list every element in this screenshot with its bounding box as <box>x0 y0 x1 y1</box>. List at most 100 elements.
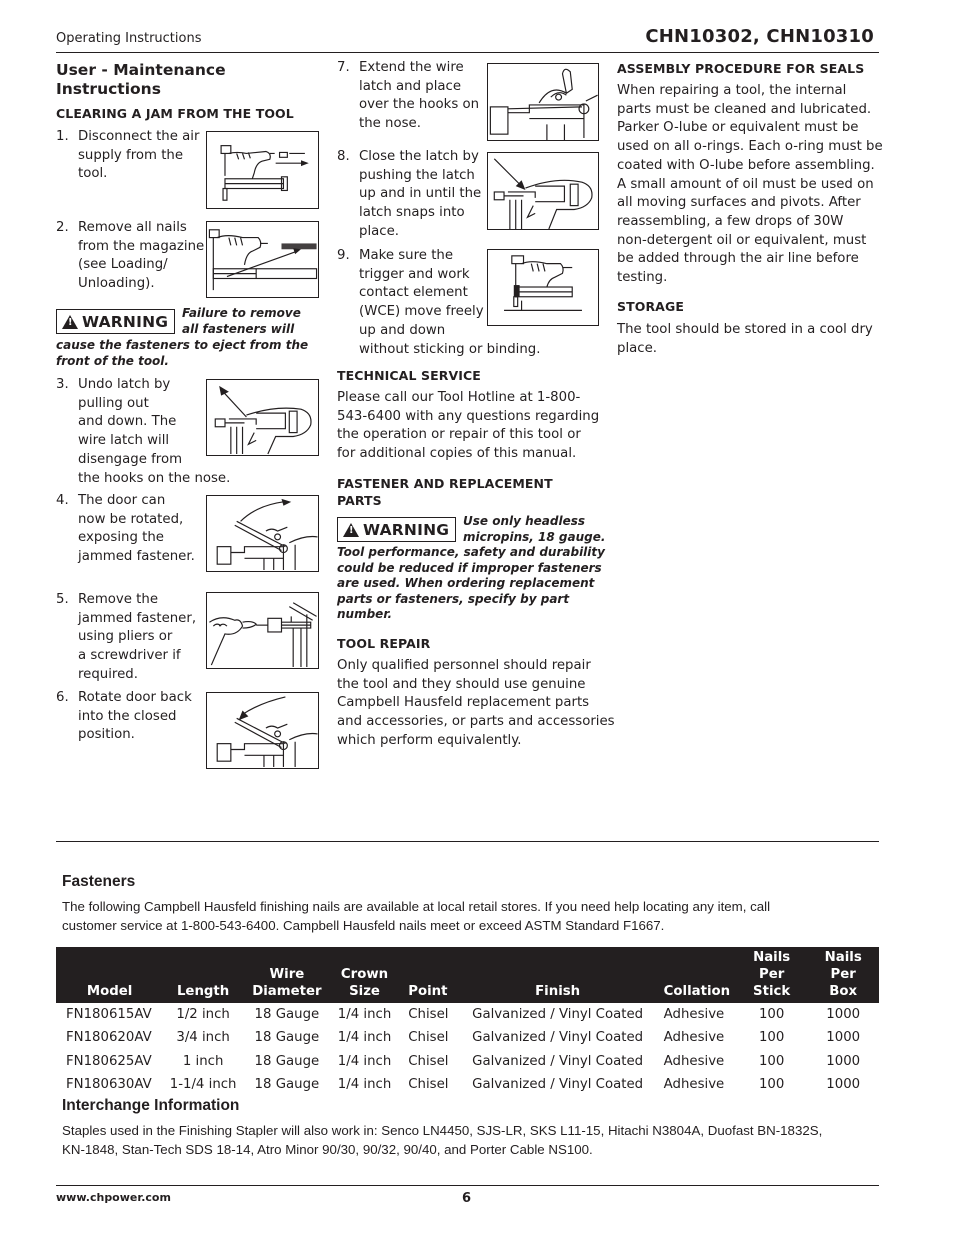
warning-triangle-icon <box>62 314 78 329</box>
cell-length: 1-1/4 inch <box>169 1077 237 1093</box>
text-line: which perform equivalently. <box>337 732 522 748</box>
header-line-2: Model <box>86 984 133 999</box>
interchange-text: Staples used in the Finishing Stapler wi… <box>62 1121 882 1159</box>
header-line-1 <box>408 966 457 983</box>
text-line: When repairing a tool, the internal <box>617 83 847 98</box>
warning-line: micropins, 18 gauge. <box>463 529 606 544</box>
warning-line: front of the tool. <box>56 353 169 368</box>
text-line: into the closed <box>78 708 177 724</box>
technical-service-text: Please call our Tool Hotline at 1-800- 54… <box>337 389 607 464</box>
door-close-drawing <box>216 696 318 768</box>
col-header-nails-per-stick: Nails Per Stick <box>736 947 808 1003</box>
cell-nails-per-box: 1000 <box>826 1053 861 1069</box>
cell-point: Chisel <box>408 1030 449 1046</box>
text-line: reassembling, a few drops of 30W <box>617 213 844 229</box>
header-line-1: Nails Per <box>824 950 862 982</box>
rotate-door-open-illustration <box>206 495 319 572</box>
cell-wire-diameter: 18 Gauge <box>254 1053 320 1069</box>
text-line: parts must be cleaned and lubricated. <box>617 101 872 117</box>
nailer-remove-nails-drawing <box>208 229 318 291</box>
text-line: all moving surfaces and pivots. After <box>617 195 861 211</box>
footer-website-link[interactable]: www.chpower.com <box>56 1191 171 1204</box>
warning-line: Failure to remove <box>182 306 301 320</box>
cell-length: 1/2 inch <box>176 1007 230 1023</box>
warning-line: cause the fasteners to eject from the <box>56 338 309 352</box>
step-text: Disconnect the air supply from the tool. <box>78 128 199 184</box>
text-line: latch snaps into <box>359 205 465 221</box>
step-text: Close the latch by pushing the latch up an… <box>359 148 481 242</box>
text-line: used on all o-rings. Each o-ring must be <box>617 139 883 155</box>
tool-repair-heading: TOOL REPAIR <box>337 636 431 651</box>
header-line-2: Size <box>349 984 380 999</box>
text-line: non-detergent oil or equivalent, must <box>617 232 867 248</box>
warning-line: Use only headless <box>463 514 586 528</box>
cell-crown-size: 1/4 inch <box>337 1030 392 1046</box>
step-text: Remove all nails from the magazine (see Lo… <box>78 219 204 294</box>
fasteners-intro: The following Campbell Hausfeld finishin… <box>62 897 882 935</box>
step-number: 2. <box>56 220 69 235</box>
header-line-1: Crown <box>340 967 389 982</box>
header-model-numbers: CHN10302, CHN10310 <box>645 26 874 47</box>
text-line: Extend the wire <box>359 60 464 75</box>
text-line: the operation or repair of this tool or <box>337 427 581 443</box>
cell-wire-diameter: 18 Gauge <box>254 1077 320 1093</box>
section-divider <box>56 841 879 842</box>
step-text: The door can now be rotated, exposing the j… <box>78 492 195 567</box>
cell-length: 1 inch <box>182 1053 224 1069</box>
cell-collation: Adhesive <box>663 1030 725 1046</box>
fastener-parts-heading: FASTENER AND REPLACEMENT PARTS <box>337 475 553 509</box>
disconnect-air-supply-illustration <box>206 131 319 209</box>
header-line-2: Diameter <box>252 984 322 999</box>
cell-model: FN180620AV <box>66 1030 152 1046</box>
step-number: 4. <box>56 493 69 508</box>
fasteners-table: Model Length Wire Diameter Crown Size Poin… <box>56 947 879 1096</box>
text-line: The following Campbell Hausfeld finishin… <box>62 899 771 914</box>
cell-crown-size: 1/4 inch <box>337 1077 392 1093</box>
text-line: without sticking or binding. <box>359 341 541 357</box>
header-line-1: Nails Per <box>753 950 791 982</box>
text-line: Only qualified personnel should repair <box>337 658 591 673</box>
warning-badge: WARNING <box>337 517 456 542</box>
cell-nails-per-stick: 100 <box>758 1030 785 1046</box>
text-line: using pliers or <box>78 629 173 645</box>
cell-model: FN180630AV <box>66 1077 152 1093</box>
warning-label: WARNING <box>363 520 450 539</box>
maintenance-title-line-1: User - Maintenance <box>56 61 226 79</box>
extend-wire-latch-illustration <box>487 63 599 141</box>
page-number: 6 <box>462 1191 472 1206</box>
door-open-drawing <box>216 498 318 571</box>
col-header-crown-size: Crown Size <box>331 947 398 1003</box>
step-number: 8. <box>337 149 350 164</box>
text-line: KN-1848, Stan-Tech SDS 18-14, Atro Minor… <box>62 1142 593 1157</box>
cell-point: Chisel <box>408 1077 449 1093</box>
warning-badge: WARNING <box>56 309 175 334</box>
cell-finish: Galvanized / Vinyl Coated <box>472 1007 644 1023</box>
text-line: the hooks on the nose. <box>78 470 231 486</box>
warning-line: parts or fasteners, specify by part <box>337 591 570 606</box>
cell-collation: Adhesive <box>663 1077 725 1093</box>
col-header-point: Point <box>398 947 461 1003</box>
warning-text-head: Use only headless micropins, 18 gauge. <box>463 514 605 545</box>
warning-line: all fasteners will <box>182 321 295 336</box>
col-header-model: Model <box>56 947 163 1003</box>
text-line: Staples used in the Finishing Stapler wi… <box>62 1123 823 1138</box>
maintenance-title-line-2: Instructions <box>56 80 161 98</box>
maintenance-title: User - Maintenance Instructions <box>56 61 226 99</box>
step-number: 1. <box>56 129 69 144</box>
header-line-2: Box <box>829 984 858 999</box>
text-line: up and in until the <box>359 186 482 202</box>
table-row: FN180630AV 1-1/4 inch 18 Gauge 1/4 inch Chis… <box>56 1073 879 1096</box>
cell-crown-size: 1/4 inch <box>337 1007 392 1023</box>
text-line: Rotate door back <box>78 690 192 705</box>
col-header-wire-diameter: Wire Diameter <box>243 947 331 1003</box>
text-line: The door can <box>78 493 166 508</box>
text-line: latch and place <box>359 78 462 94</box>
fasteners-table-body: FN180615AV 1/2 inch 18 Gauge 1/4 inch Chisel… <box>56 1003 879 1096</box>
step-number: 6. <box>56 690 69 705</box>
text-line: Please call our Tool Hotline at 1-800- <box>337 390 581 405</box>
close-latch-illustration <box>487 152 599 230</box>
step-text: Rotate door back into the closed position. <box>78 689 192 745</box>
latch-closing-drawing <box>493 158 593 229</box>
warning-text-body: cause the fasteners to eject from the fr… <box>56 338 308 369</box>
text-line: testing. <box>617 270 668 286</box>
